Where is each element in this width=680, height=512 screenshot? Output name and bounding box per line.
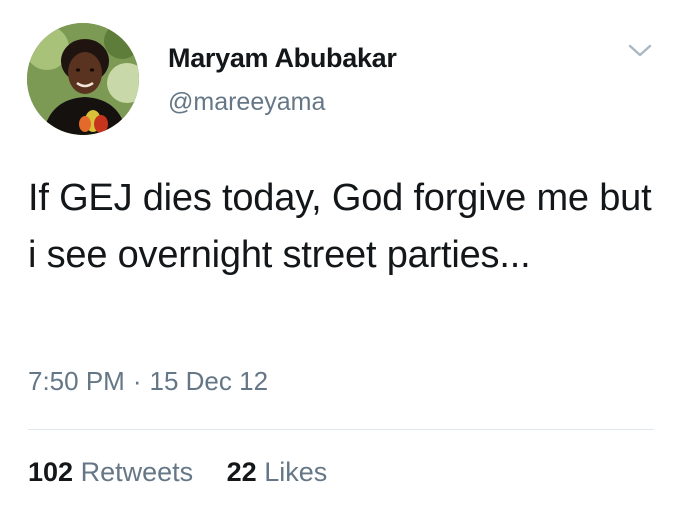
tweet-card: Maryam Abubakar @mareeyama If GEJ dies t… <box>0 0 680 512</box>
likes-stat[interactable]: 22 Likes <box>227 457 328 488</box>
chevron-down-icon <box>628 44 652 57</box>
tweet-timestamp[interactable]: 7:50 PM · 15 Dec 12 <box>28 366 268 397</box>
avatar[interactable] <box>27 23 139 135</box>
divider <box>28 429 654 430</box>
meta-separator: · <box>132 366 142 396</box>
retweets-label: Retweets <box>80 457 194 487</box>
likes-label: Likes <box>264 457 328 487</box>
retweets-count: 102 <box>28 457 74 487</box>
likes-count: 22 <box>226 457 257 487</box>
tweet-time: 7:50 PM <box>28 366 125 396</box>
profile-photo-icon <box>27 23 139 135</box>
tweet-menu-button[interactable] <box>620 36 660 66</box>
author-display-name[interactable]: Maryam Abubakar <box>168 43 397 74</box>
tweet-text: If GEJ dies today, God forgive me but i … <box>28 177 652 276</box>
author-handle[interactable]: @mareeyama <box>168 88 325 117</box>
tweet-date: 15 Dec 12 <box>149 366 269 396</box>
tweet-stats: 102 Retweets 22 Likes <box>28 457 353 488</box>
retweets-stat[interactable]: 102 Retweets <box>28 457 193 488</box>
